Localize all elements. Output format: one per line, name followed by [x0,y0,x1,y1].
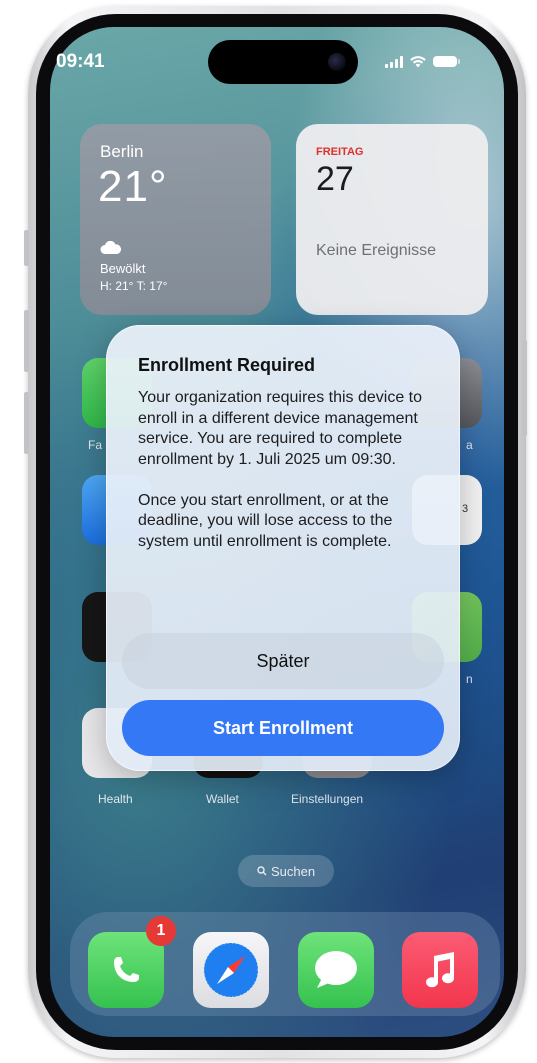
alert-message: Your organization requires this device t… [138,389,423,550]
messages-icon [315,951,357,988]
later-button[interactable]: Später [122,633,444,689]
safari-app-icon[interactable] [193,932,269,1008]
calendar-no-events: Keine Ereignisse [316,242,437,259]
wifi-icon [410,56,426,68]
cloud-icon [100,241,122,254]
music-app-icon[interactable] [402,932,478,1008]
action-button [24,230,29,266]
cellular-signal-icon [385,55,403,68]
calendar-date: 27 [316,160,354,198]
volume-down-button [24,392,29,454]
health-app-label: Health [98,792,133,806]
weather-condition: Bewölkt [100,261,146,276]
facetime-app-label: Fa [88,438,103,452]
weather-temperature: 21° [98,162,168,211]
messages-app-icon[interactable] [298,932,374,1008]
weather-city: Berlin [100,142,144,161]
settings-app-label: Einstellungen [291,792,364,806]
volume-up-button [24,310,29,372]
phone-icon [114,957,139,982]
power-button [522,340,527,436]
start-enrollment-button[interactable]: Start Enrollment [122,700,444,756]
search-label: Suchen [270,863,316,879]
enrollment-alert: Enrollment Required Your organization re… [106,325,460,771]
camera-app-label: a [466,438,473,452]
calendar-weekday: FREITAG [316,146,364,158]
search-pill[interactable]: Suchen [238,855,334,887]
battery-icon [433,56,460,67]
weather-high-low: H: 21° T: 17° [100,279,168,293]
search-icon [257,866,267,876]
status-icons [385,55,460,68]
weather-widget[interactable]: Berlin 21° Bewölkt H: 21° T: 17° [80,124,271,315]
maps-app-label: n [466,672,473,686]
alert-title: Enrollment Required [138,355,316,375]
status-time: 09:41 [56,51,105,72]
music-icon [426,952,455,988]
safari-icon [203,942,259,998]
wallet-app-label: Wallet [206,792,239,806]
calendar-widget[interactable]: FREITAG 27 Keine Ereignisse [296,124,488,315]
clock-numeral: 3 [462,503,469,515]
camera-icon [328,53,346,71]
phone-badge: 1 [146,916,176,946]
dynamic-island [208,40,358,84]
